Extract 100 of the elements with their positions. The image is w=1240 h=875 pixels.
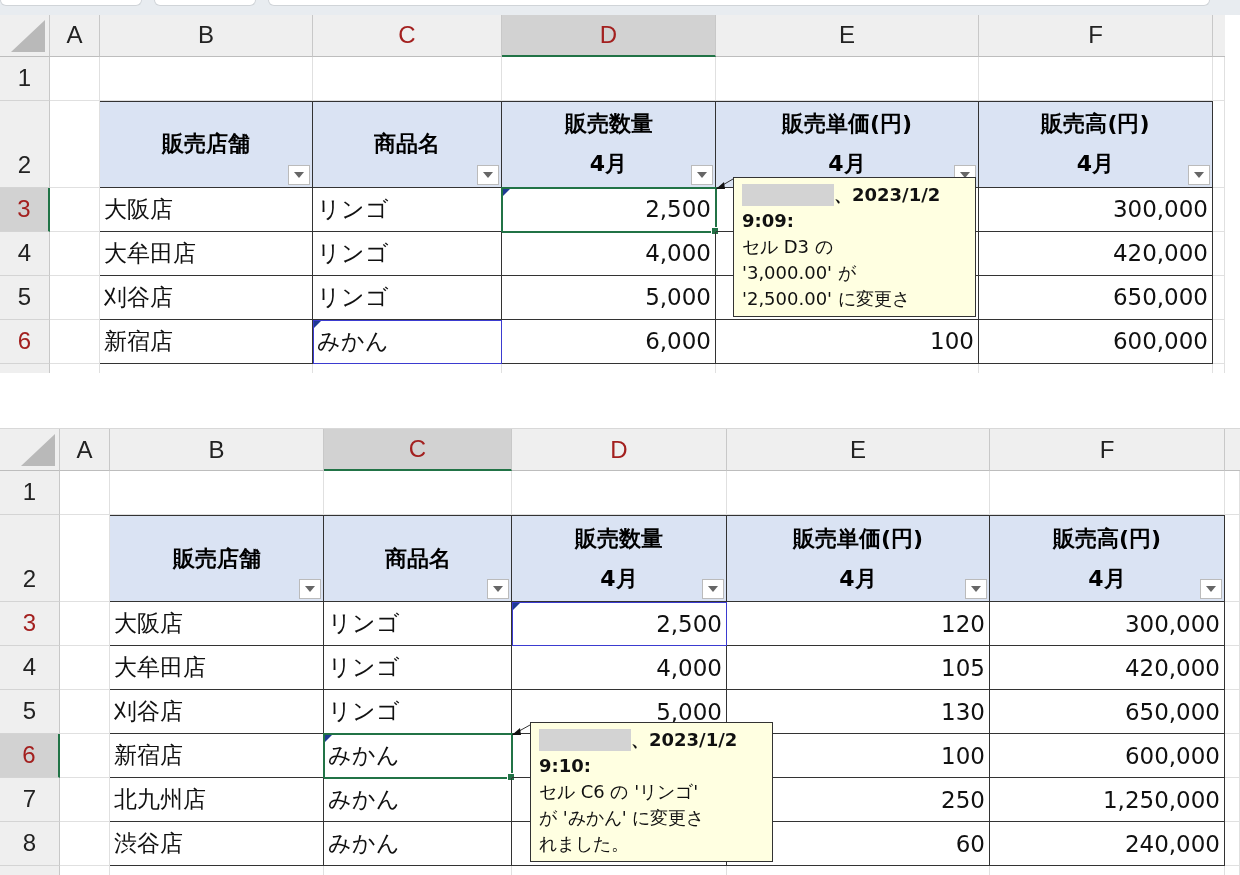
comment-text: セル D3 の [742,234,833,259]
table-cell: 5,000 [502,275,716,320]
table-cell: 2,500 [512,602,727,647]
table-cell: 6,000 [502,319,716,364]
header-title: 販売店舗 [172,544,261,573]
empty-cell [1213,231,1225,276]
table-cell: 300,000 [979,187,1213,232]
filter-dropdown-button[interactable] [702,579,724,600]
header-title: 販売高(円) [1041,110,1150,139]
corner-triangle-icon [21,434,55,467]
header-month: 4月 [1088,564,1126,593]
caret-icon [960,171,970,178]
filter-dropdown-button[interactable] [1188,164,1210,185]
header-filler [1225,429,1240,472]
table-cell: みかん [324,822,512,867]
comment-text: れました。 [539,832,629,857]
empty-cell [1225,778,1240,823]
comment-text: 、2023/1/2 [834,182,941,207]
comment-text: '3,000.00' が [742,260,856,285]
row-header[interactable]: 5 [0,690,60,735]
row-header[interactable]: 4 [0,646,60,691]
caret-icon [697,171,707,178]
header-month: 4月 [600,564,638,593]
empty-cell [1225,734,1240,779]
row-header[interactable]: 2 [0,100,50,188]
caret-icon [1194,171,1204,178]
caret-icon [1206,586,1216,593]
column-header[interactable]: C [313,14,502,57]
table-cell: リンゴ [313,187,502,232]
comment-marker-icon [314,320,321,328]
table-cell: 1,250,000 [990,778,1225,823]
header-title: 販売店舗 [162,130,250,159]
comment-marker-icon [503,188,510,196]
filter-dropdown-button[interactable] [288,164,310,185]
table-cell: 600,000 [990,734,1225,779]
table-cell: 105 [727,646,990,691]
filter-dropdown-button[interactable] [477,164,499,185]
table-cell: みかん [324,778,512,823]
column-header[interactable]: D [512,429,727,472]
column-header[interactable]: F [990,429,1225,472]
column-header[interactable]: E [727,429,990,472]
column-header[interactable]: C [324,429,512,472]
row-header[interactable]: 3 [0,602,60,647]
column-header[interactable]: F [979,14,1213,57]
header-month: 4月 [589,150,628,179]
table-cell: 刈谷店 [110,690,324,735]
filter-dropdown-button[interactable] [691,164,713,185]
table-cell: 300,000 [990,602,1225,647]
filter-dropdown-button[interactable] [1200,579,1222,600]
header-title: 販売数量 [564,110,653,139]
caret-icon [483,171,493,178]
row-header[interactable]: 1 [0,56,50,101]
fill-handle[interactable] [507,773,515,782]
header-title: 販売数量 [575,524,663,553]
row-header[interactable]: 6 [0,319,50,364]
empty-cell [1225,822,1240,867]
comment-text: 9:09: [742,208,794,233]
column-header[interactable]: A [50,14,100,57]
caret-icon [493,586,503,593]
caret-icon [305,586,315,593]
fill-handle[interactable] [711,226,719,235]
comment-text: '2,500.00' に変更さ [742,286,910,311]
row-header[interactable]: 2 [0,515,60,603]
empty-cell [1213,187,1225,232]
column-header[interactable]: A [60,429,110,472]
table-cell: 240,000 [990,822,1225,867]
empty-cell [1213,275,1225,320]
header-title: 商品名 [384,544,451,573]
table-cell: リンゴ [324,646,512,691]
row-header[interactable]: 4 [0,231,50,276]
filter-dropdown-button[interactable] [299,579,321,600]
empty-cell [1225,602,1240,647]
empty-cell [1225,690,1240,735]
column-header[interactable]: B [100,14,313,57]
column-header[interactable]: D [502,14,716,57]
row-header[interactable]: 5 [0,275,50,320]
row-header[interactable]: 8 [0,822,60,867]
row-header[interactable]: 1 [0,471,60,516]
row-header[interactable]: 7 [0,778,60,823]
table-cell: みかん [313,319,502,364]
filter-dropdown-button[interactable] [487,579,509,600]
comment-marker-icon [513,603,520,611]
comment-text: 9:10: [539,754,591,779]
column-header[interactable]: B [110,429,324,472]
caret-icon [708,586,718,593]
table-cell: 大阪店 [100,187,313,232]
table-cell: 2,500 [502,187,716,232]
table-cell: 新宿店 [110,734,324,779]
header-title: 販売単価(円) [792,524,924,553]
filter-dropdown-button[interactable] [965,579,987,600]
table-cell: リンゴ [324,690,512,735]
table-cell: リンゴ [324,602,512,647]
table-cell: リンゴ [313,275,502,320]
table-cell: 120 [727,602,990,647]
row-header[interactable]: 3 [0,187,50,232]
empty-cell [1213,319,1225,364]
row-header[interactable]: 6 [0,734,60,779]
column-header[interactable]: E [716,14,979,57]
table-cell: 650,000 [979,275,1213,320]
table-cell: リンゴ [313,231,502,276]
